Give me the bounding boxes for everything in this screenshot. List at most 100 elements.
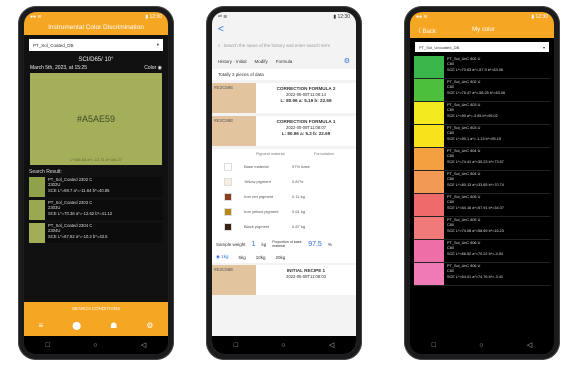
- list-item[interactable]: PT_Sol_UnC 803 U C80 SCE L*=90.1 a*=-1.13 …: [414, 125, 550, 148]
- pigment-swatch: [224, 207, 232, 216]
- proportion-value[interactable]: 97.5: [308, 241, 322, 248]
- list-item[interactable]: PT_Sol_UnC 806 U C80 SCE L*=64.01 a*=74.76…: [414, 263, 550, 286]
- color-swatch: [414, 148, 444, 170]
- list-item[interactable]: PT_Sol_UnC 805 U C80 SCE L*=74.08 a*=58.69…: [414, 217, 550, 240]
- recipe-header: Pigment material Formulation: [216, 152, 352, 159]
- card-title: CORRECTION FORMULA 1: [276, 119, 336, 124]
- card-hex: #E2C59E: [214, 118, 234, 123]
- formula-card[interactable]: #E2C59E CORRECTION FORMULA 2 2022-05-08T11…: [212, 83, 356, 113]
- back-button[interactable]: <: [212, 22, 356, 37]
- color-toggle[interactable]: Color ◉: [144, 65, 162, 71]
- result-swatch: [29, 200, 45, 220]
- status-bar: ●● ≋ ▮ 12:30: [410, 12, 554, 22]
- recipe-header-formulation: Formulation: [313, 152, 334, 156]
- tab-settings-icon[interactable]: ⚙: [146, 321, 153, 330]
- home-icon[interactable]: ○: [281, 342, 285, 349]
- list-item[interactable]: PT_Sol_Coated 2302 C 2302U SCE L*=69.7 a*=…: [29, 177, 163, 197]
- card-date: 2022-05-08T11:08:03: [286, 274, 326, 280]
- list-item[interactable]: PT_Sol_UnC 802 U C80 SCE L*=70.63 a*=-57.9…: [414, 56, 550, 79]
- radio-5kg[interactable]: 5kg: [238, 255, 245, 260]
- color-swatch: [414, 217, 444, 239]
- card-hex: #E2C59E: [214, 267, 234, 272]
- list-item[interactable]: PT_Sol_UnC 805 U C80 SCE L*=64.16 a*=57.91…: [414, 194, 550, 217]
- pigment-amount: 0.11 kg: [292, 194, 305, 199]
- status-right: ▮ 12:30: [333, 14, 350, 20]
- phone-my-color: ●● ≋ ▮ 12:30 〈 Back My color PT_Sol_Unco…: [404, 6, 560, 360]
- phone-formula-history: ᵃᵗˡ ≋ ▮ 12:30 < ⌕ Search the name of the…: [206, 6, 362, 360]
- search-conditions-button[interactable]: SEARCH CONDITIONS: [24, 302, 168, 314]
- color-text: PT_Sol_UnC 802 U C80 SCE L*=75.47 a*=-58.2…: [444, 79, 505, 101]
- library-select[interactable]: PT_Sol_Coated_DB ▾: [29, 39, 163, 51]
- card-swatch: #E2C59E: [212, 116, 256, 146]
- card-swatch: #E2C59E: [212, 265, 256, 295]
- color-l3: SCE L*=74.41 a*=35.23 b*=73.57: [447, 159, 504, 164]
- color-l3: SCE L*=66.52 a*=70.22 b*=-4.54: [447, 251, 504, 256]
- card-lab: L: 80.96 a: 5.19 b: 22.69: [280, 98, 332, 104]
- measurement-condition: SCI/D65/ 10°: [78, 57, 114, 63]
- list-item[interactable]: PT_Sol_Coated 2303 C 2303U SCE L*=70.36 a*…: [29, 200, 163, 220]
- pigment-name: Yellow pigment: [244, 179, 271, 184]
- tab-history-initial[interactable]: History · Initial: [218, 59, 247, 64]
- color-text: PT_Sol_UnC 804 U C80 SCE L*=74.41 a*=35.23…: [444, 148, 504, 170]
- home-icon[interactable]: ○: [479, 342, 483, 349]
- tab-formula[interactable]: Formula: [276, 59, 293, 64]
- system-nav-bar: □ ○ ◁: [24, 336, 168, 354]
- tab-home-icon[interactable]: ☗: [110, 321, 117, 330]
- card-hex: #E2C59E: [214, 85, 234, 90]
- back-button[interactable]: 〈 Back: [415, 26, 436, 35]
- radio-1kg[interactable]: ◉ 1kg: [216, 254, 228, 260]
- formula-card[interactable]: #E2C59E CORRECTION FORMULA 1 2022-05-08T11…: [212, 116, 356, 146]
- radio-20kg[interactable]: 20kg: [275, 255, 285, 260]
- recent-apps-icon[interactable]: □: [432, 342, 436, 349]
- radio-20kg-label: 20kg: [275, 254, 286, 260]
- back-icon[interactable]: ◁: [329, 341, 334, 349]
- color-text: PT_Sol_UnC 803 U C80 SCE L*=90.1 a*=-1.13 …: [444, 125, 501, 147]
- result-text: PT_Sol_Coated 2302 C 2302U SCE L*=69.7 a*=…: [48, 177, 110, 193]
- status-left: ᵃᵗˡ ≋: [218, 14, 228, 20]
- result-text: PT_Sol_Coated 2304 C 2304U SCE L*=67.82 a*…: [48, 223, 108, 239]
- sample-weight-label: Sample weight: [216, 241, 246, 247]
- list-item[interactable]: PT_Sol_UnC 804 U C80 SCE L*=74.41 a*=35.23…: [414, 148, 550, 171]
- sample-weight-value[interactable]: 1: [252, 241, 256, 248]
- list-item[interactable]: PT_Sol_Coated 2304 C 2304U SCE L*=67.82 a*…: [29, 223, 163, 243]
- recent-apps-icon[interactable]: □: [46, 342, 50, 349]
- color-l3: SCE L*=90 a*=-3.95 b*=95.02: [447, 113, 498, 118]
- tab-measure-icon[interactable]: ⬤: [72, 321, 81, 330]
- recent-apps-icon[interactable]: □: [234, 342, 238, 349]
- recipe-row: Black pigment 0.87 kg: [216, 219, 352, 234]
- result-swatch: [29, 223, 45, 243]
- back-icon[interactable]: ◁: [527, 341, 532, 349]
- tab-list-icon[interactable]: ≡: [39, 321, 44, 330]
- search-icon: ⌕: [218, 42, 221, 48]
- color-swatch: [414, 263, 444, 285]
- formula-card-list: #E2C59E CORRECTION FORMULA 2 2022-05-08T11…: [212, 83, 356, 146]
- list-item[interactable]: PT_Sol_UnC 806 U C80 SCE L*=66.52 a*=70.22…: [414, 240, 550, 263]
- pigment-amount: 0.61 kg: [292, 209, 306, 214]
- status-left: ●● ≋: [30, 14, 42, 20]
- system-nav-bar: □ ○ ◁: [410, 336, 554, 354]
- color-text: PT_Sol_UnC 802 U C80 SCE L*=70.63 a*=-57.9…: [444, 56, 503, 78]
- list-item[interactable]: PT_Sol_UnC 802 U C80 SCE L*=75.47 a*=-58.2…: [414, 79, 550, 102]
- system-nav-bar: □ ○ ◁: [212, 336, 356, 354]
- card-info: CORRECTION FORMULA 1 2022-05-08T11:08:07 L…: [256, 116, 356, 146]
- color-text: PT_Sol_UnC 804 U C80 SCE L*=80.13 a*=33.65…: [444, 171, 504, 193]
- list-item[interactable]: PT_Sol_UnC 804 U C80 SCE L*=80.13 a*=33.65…: [414, 171, 550, 194]
- list-item[interactable]: PT_Sol_UnC 803 U C80 SCE L*=90 a*=-3.95 b*…: [414, 102, 550, 125]
- weight-radio-group: ◉ 1kg 5kg 10kg 20kg: [212, 251, 356, 263]
- back-icon[interactable]: ◁: [141, 341, 146, 349]
- pigment-name: Base material: [244, 164, 269, 169]
- recipe-row: Iron red pigment 0.11 kg: [216, 189, 352, 204]
- eye-icon: ◉: [157, 65, 162, 71]
- home-icon[interactable]: ○: [93, 342, 97, 349]
- radio-1kg-label: 1kg: [221, 254, 229, 259]
- card-lab: L: 80.96 a: 5.2 b: 22.69: [281, 131, 331, 137]
- pigment-swatch: [224, 222, 232, 231]
- library-select[interactable]: PT_Sol_Uncoated_DB ▾: [415, 42, 549, 52]
- tab-modify[interactable]: Modify: [255, 59, 268, 64]
- gear-icon[interactable]: ⚙: [344, 57, 350, 65]
- radio-10kg[interactable]: 10kg: [256, 255, 266, 260]
- recipe-header-material: Pigment material: [256, 152, 285, 156]
- formula-card-initial[interactable]: #E2C59E INITIAL RECIPE 1 2022-05-08T11:0…: [212, 265, 356, 295]
- card-swatch: #E2C59E: [212, 83, 256, 113]
- search-input[interactable]: ⌕ Search the name of the history and ent…: [218, 39, 350, 51]
